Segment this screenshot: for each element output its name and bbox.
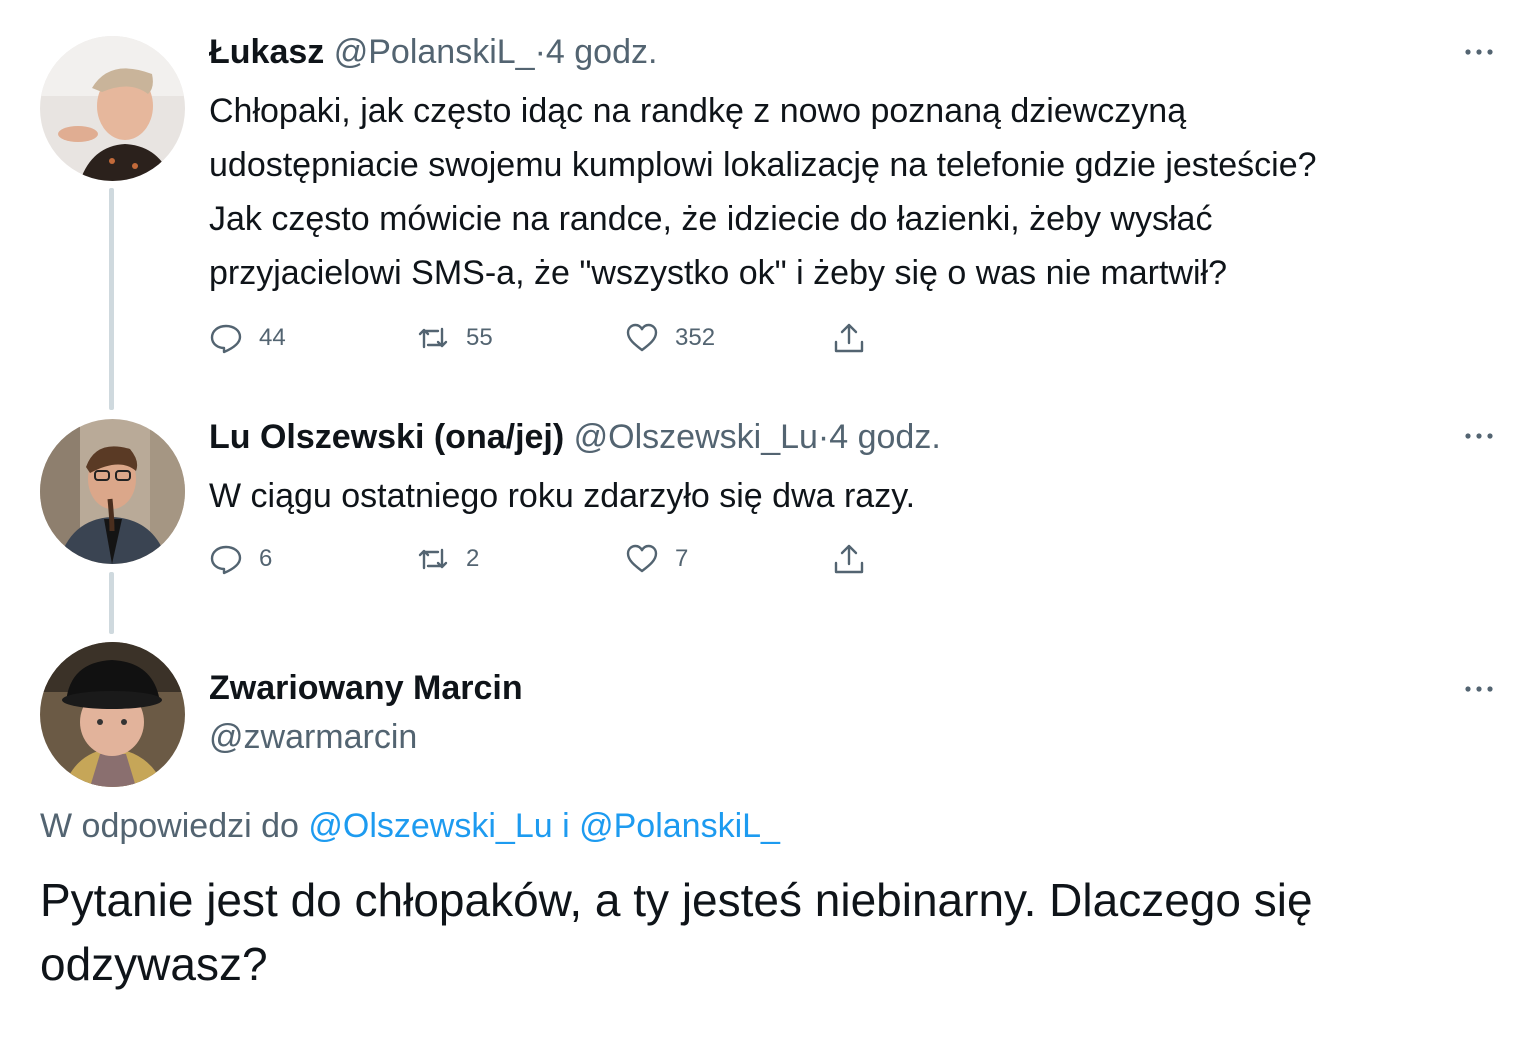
share-icon xyxy=(834,544,864,574)
more-button[interactable] xyxy=(1462,426,1496,446)
mention-link[interactable]: @Olszewski_Lu xyxy=(308,807,552,845)
display-name[interactable]: Lu Olszewski (ona/jej) xyxy=(209,418,564,456)
share-button[interactable] xyxy=(832,321,866,355)
avatar[interactable] xyxy=(40,419,185,564)
reply-count: 44 xyxy=(259,324,286,351)
thread-line xyxy=(109,188,114,410)
reply-icon xyxy=(210,545,242,575)
reply-button[interactable]: 44 xyxy=(209,321,286,355)
thread-line xyxy=(109,572,114,634)
main-tweet-name: Zwariowany Marcin xyxy=(209,668,523,708)
retweet-button[interactable]: 2 xyxy=(416,542,479,576)
retweet-count: 55 xyxy=(466,324,493,351)
heart-icon xyxy=(626,323,658,352)
user-handle[interactable]: @Olszewski_Lu xyxy=(574,418,818,456)
tweet-text-line: W ciągu ostatniego roku zdarzyło się dwa… xyxy=(209,477,916,515)
tweet-text-line: Jak często mówicie na randce, że idzieci… xyxy=(209,200,1213,238)
tweet-text-line: odzywasz? xyxy=(40,938,268,990)
main-tweet-handle: @zwarmarcin xyxy=(209,717,417,757)
like-count: 352 xyxy=(675,324,716,351)
tweet-text: Chłopaki, jak często idąc na randkę z no… xyxy=(209,84,1317,300)
more-button[interactable] xyxy=(1462,679,1496,699)
avatar-image xyxy=(40,36,185,181)
display-name[interactable]: Zwariowany Marcin xyxy=(209,669,523,707)
avatar[interactable] xyxy=(40,36,185,181)
tweet-text-line: Pytanie jest do chłopaków, a ty jesteś n… xyxy=(40,874,1313,926)
retweet-icon xyxy=(418,327,448,349)
retweet-button[interactable]: 55 xyxy=(416,321,493,355)
like-count: 7 xyxy=(675,545,689,572)
like-button[interactable]: 352 xyxy=(625,321,715,355)
tweet-header: Lu Olszewski (ona/jej) @Olszewski_Lu·4 g… xyxy=(209,417,941,457)
reply-count: 6 xyxy=(259,545,273,572)
more-button[interactable] xyxy=(1462,42,1496,62)
heart-icon xyxy=(626,544,658,573)
tweet-text-line: Chłopaki, jak często idąc na randkę z no… xyxy=(209,92,1187,130)
avatar[interactable] xyxy=(40,642,185,787)
separator-dot: · xyxy=(817,418,830,456)
avatar-image xyxy=(40,642,185,787)
user-handle[interactable]: @PolanskiL_ xyxy=(334,33,535,71)
separator-dot: · xyxy=(534,33,546,71)
reply-icon xyxy=(210,324,242,354)
user-handle[interactable]: @zwarmarcin xyxy=(209,718,417,756)
more-icon xyxy=(1465,49,1493,55)
timestamp[interactable]: 4 godz. xyxy=(829,418,941,456)
reply-button[interactable]: 6 xyxy=(209,542,272,576)
tweet-header: Łukasz @PolanskiL_·4 godz. xyxy=(209,32,657,72)
replying-to: W odpowiedzi do @Olszewski_Lu i @Polansk… xyxy=(40,805,780,847)
retweet-count: 2 xyxy=(466,545,480,572)
main-tweet-text: Pytanie jest do chłopaków, a ty jesteś n… xyxy=(40,868,1313,996)
tweet-text-line: udostępniacie swojemu kumplowi lokalizac… xyxy=(209,146,1317,184)
retweet-icon xyxy=(418,548,448,570)
display-name[interactable]: Łukasz xyxy=(209,33,324,71)
more-icon xyxy=(1465,433,1493,439)
more-icon xyxy=(1465,686,1493,692)
avatar-image xyxy=(40,419,185,564)
mention-link[interactable]: @PolanskiL_ xyxy=(579,807,780,845)
replying-to-label: W odpowiedzi do xyxy=(40,807,299,845)
share-button[interactable] xyxy=(832,542,866,576)
like-button[interactable]: 7 xyxy=(625,542,688,576)
share-icon xyxy=(834,323,864,353)
tweet-text: W ciągu ostatniego roku zdarzyło się dwa… xyxy=(209,469,915,523)
mention-joiner: i xyxy=(562,807,570,845)
tweet-text-line: przyjacielowi SMS-a, że "wszystko ok" i … xyxy=(209,254,1228,292)
timestamp[interactable]: 4 godz. xyxy=(546,33,658,71)
